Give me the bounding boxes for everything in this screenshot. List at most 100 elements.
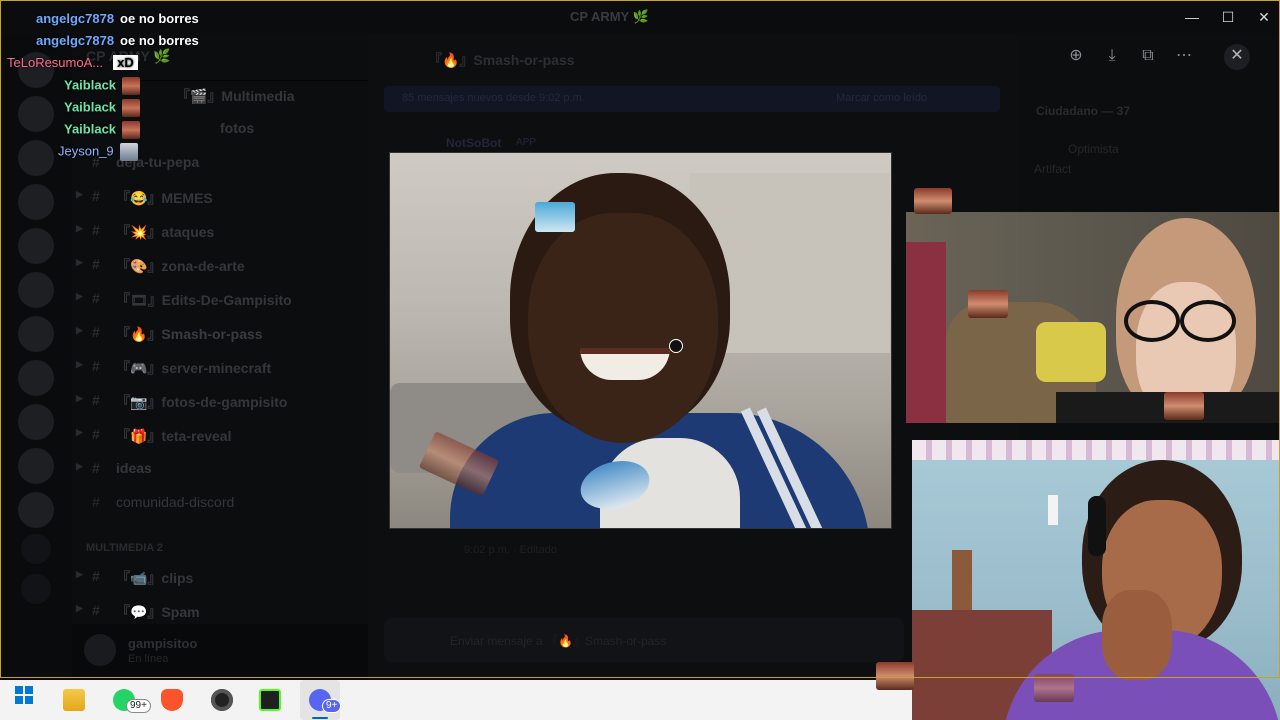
hash-icon: # [92,290,100,306]
emote-icon [968,290,1008,318]
server-icon[interactable] [18,448,54,484]
notification-badge: 99+ [126,699,151,713]
brave-icon [161,688,183,711]
folder-icon [63,688,85,711]
chat-line: Yaiblack [64,77,141,95]
taskbar: 99+ 9+ [0,680,912,720]
server-icon[interactable] [18,316,54,352]
more-icon[interactable]: ⋯ [1172,44,1196,68]
whatsapp-button[interactable]: 99+ [104,680,151,720]
hash-icon: # [92,602,100,618]
message-input[interactable]: Enviar mensaje a 『🔥』Smash-or-pass [384,618,904,662]
chat-line: TeLoResumoA... xD [7,55,138,70]
chat-line: angelgc7878 oe no borres [36,33,199,48]
server-icon[interactable] [18,492,54,528]
hash-icon: # [92,460,100,476]
obs-button[interactable] [202,680,242,720]
emote-icon [122,121,141,139]
hash-icon: # [92,358,100,374]
chat-line: Yaiblack [64,99,141,117]
emote-icon [1164,392,1204,420]
channel-item[interactable]: ▶ # 『🎞』Edits-De-Gampisito [76,286,360,312]
chevron-right-icon: ▶ [76,359,83,369]
chevron-right-icon: ▶ [76,325,83,335]
user-name: gampisitoo [128,636,198,651]
avatar[interactable] [84,634,116,666]
channel-item[interactable]: ▶ # 『💬』Spam [76,598,360,624]
mark-read-button[interactable]: Marcar como leído [836,92,927,104]
emote-icon [876,662,914,690]
webcam-top [906,212,1280,423]
channel-item[interactable]: ▶ # 『💥』ataques [76,218,360,244]
hash-icon: # [92,222,100,238]
close-window-button[interactable]: ✕ [1252,6,1276,28]
server-icon[interactable] [18,184,54,220]
stream-chat-overlay: angelgc7878 oe no borres angelgc7878 oe no… [0,0,300,170]
hash-icon: # [92,494,100,510]
channel-item[interactable]: ▶ # ideas [76,456,360,482]
chevron-right-icon: ▶ [76,461,83,471]
chat-line: Jeyson_9 [58,143,138,161]
emote-icon [1034,674,1074,702]
obs-icon [211,688,233,711]
server-icon[interactable] [18,360,54,396]
chat-line: Yaiblack [64,121,141,139]
chevron-right-icon: ▶ [76,291,83,301]
channel-item[interactable]: ▶ # 『🎨』zona-de-arte [76,252,360,278]
editor-icon [259,688,281,711]
emote-icon [119,143,138,161]
active-indicator [312,717,328,719]
chevron-right-icon: ▶ [76,393,83,403]
channel-item[interactable]: ▶ # 『📷』fotos-de-gampisito [76,388,360,414]
brave-button[interactable] [152,680,192,720]
channel-item[interactable]: # comunidad-discord [80,490,360,516]
chevron-right-icon: ▶ [76,223,83,233]
hash-icon: # [92,256,100,272]
hash-icon: # [92,324,100,340]
windows-icon [15,686,33,704]
download-icon[interactable]: ⤓ [1100,44,1124,68]
discord-button[interactable]: 9+ [300,680,342,720]
close-icon[interactable]: ✕ [1224,44,1250,70]
channel-category[interactable]: MULTIMEDIA 2 [86,542,163,554]
zoom-icon[interactable]: ⊕ [1064,44,1088,68]
explore-icon[interactable] [21,574,51,604]
minimize-button[interactable]: — [1180,6,1204,28]
channel-item-active[interactable]: ▶ # 『🔥』Smash-or-pass [76,320,360,346]
channel-title: 『🔥』Smash-or-pass [428,52,575,68]
channel-item[interactable]: ▶ # 『😂』MEMES [76,184,360,210]
emote-icon [122,77,141,95]
new-messages-text: 85 mensajes nuevos desde 9:02 p.m. [402,92,585,104]
hash-icon: # [92,568,100,584]
add-server-icon[interactable] [21,534,51,564]
member-group-header: Ciudadano — 37 [1036,104,1131,118]
notification-badge: 9+ [322,699,342,713]
webcam-bottom [912,440,1280,720]
app-tag: APP [516,137,537,148]
new-messages-bar[interactable]: 85 mensajes nuevos desde 9:02 p.m. Marca… [384,86,1000,112]
channel-item[interactable]: ▶ # 『🎮』server-minecraft [76,354,360,380]
chevron-right-icon: ▶ [76,189,83,199]
chevron-right-icon: ▶ [76,603,83,613]
hash-icon: # [92,426,100,442]
file-explorer-button[interactable] [54,680,94,720]
message-author[interactable]: NotSoBot [446,136,501,150]
zoom-cursor-icon [669,339,683,353]
channel-item[interactable]: ▶ # 『🎁』teta-reveal [76,422,360,448]
hash-icon: # [92,188,100,204]
streamlabs-button[interactable] [250,680,290,720]
emote-icon [535,202,575,232]
window-title: CP ARMY 🌿 [570,9,649,24]
channel-item[interactable]: ▶ # 『📹』clips [76,564,360,590]
member-activity-sub: Artifact [1034,162,1072,176]
server-icon[interactable] [18,228,54,264]
user-panel: gampisitoo En línea [72,624,368,680]
start-button[interactable] [4,680,44,720]
chevron-right-icon: ▶ [76,427,83,437]
open-external-icon[interactable]: ⧉ [1136,44,1160,68]
server-icon[interactable] [18,404,54,440]
hash-icon: # [92,392,100,408]
server-icon[interactable] [18,272,54,308]
message-placeholder: Enviar mensaje a 『🔥』Smash-or-pass [450,634,667,648]
maximize-button[interactable]: ☐ [1216,6,1240,28]
